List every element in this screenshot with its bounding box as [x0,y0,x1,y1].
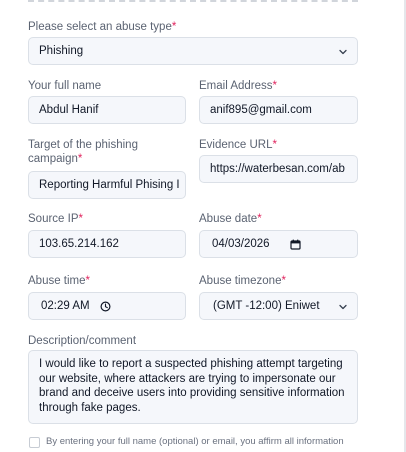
evidence-url-label: Evidence URL* [199,139,277,151]
chevron-down-icon [339,49,347,55]
calendar-icon[interactable] [290,239,301,250]
chevron-down-icon [339,304,347,310]
abuse-date-input[interactable]: 04/03/2026 [199,230,358,258]
abuse-time-input[interactable]: 02:29 AM [28,292,186,320]
full-name-label: Your full name [28,80,102,92]
target-input[interactable]: Reporting Harmful Phising I [28,171,186,199]
email-input[interactable]: anif895@gmail.com [199,96,358,124]
source-ip-label: Source IP* [28,213,83,225]
email-label: Email Address* [199,80,277,92]
abuse-type-select[interactable]: Phishing [28,37,358,65]
description-label: Description/comment [28,335,137,347]
description-textarea[interactable]: I would like to report a suspected phish… [28,350,358,424]
abuse-type-label: Please select an abuse type* [28,21,177,33]
abuse-timezone-select[interactable]: (GMT -12:00) Eniwet [199,292,358,320]
target-label: Target of the phishing campaign* [28,139,138,165]
abuse-timezone-value: (GMT -12:00) Eniwet [213,300,320,312]
source-ip-input[interactable]: 103.65.214.162 [28,230,186,258]
clock-icon[interactable] [100,301,111,312]
abuse-time-label: Abuse time* [28,275,91,287]
consent-checkbox[interactable] [29,437,40,448]
abuse-type-value: Phishing [39,45,84,57]
consent-text: By entering your full name (optional) or… [46,436,344,447]
abuse-date-value: 04/03/2026 [212,238,270,250]
abuse-time-value: 02:29 AM [41,300,90,312]
full-name-input[interactable]: Abdul Hanif [28,96,186,124]
abuse-date-label: Abuse date* [199,213,262,225]
evidence-url-input[interactable]: https://waterbesan.com/ab [199,155,358,183]
section-divider [28,0,358,2]
abuse-timezone-label: Abuse timezone* [199,275,286,287]
